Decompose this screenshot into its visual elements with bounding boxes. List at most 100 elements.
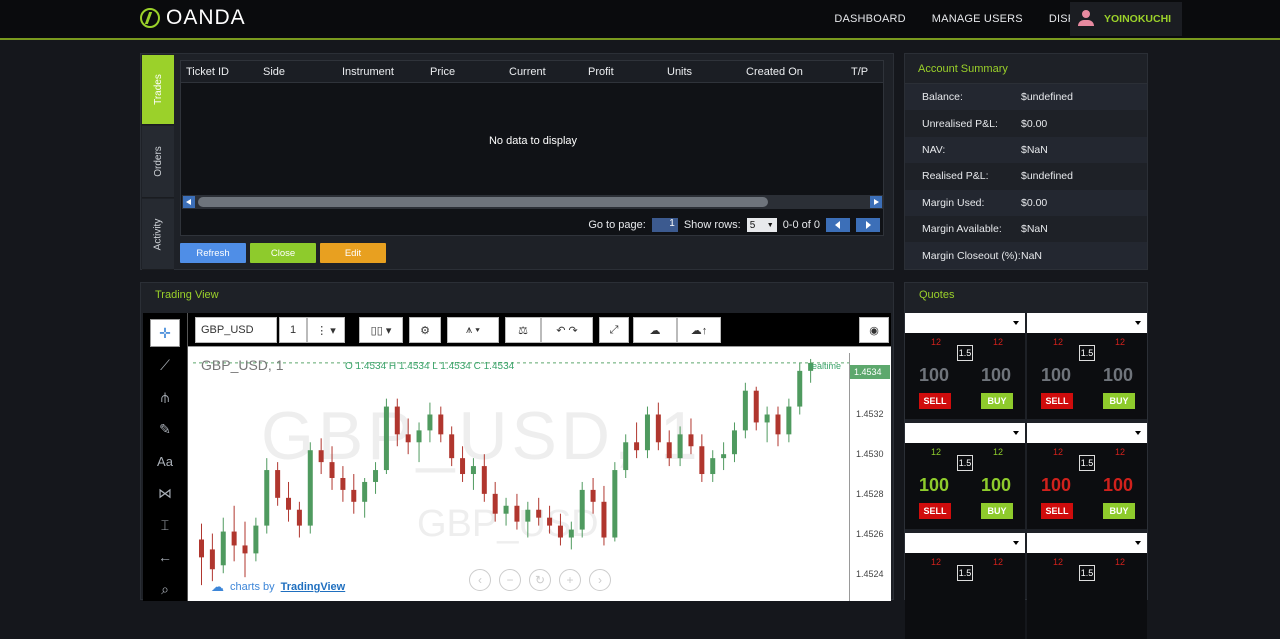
pattern-tool[interactable]: ⋈ [150, 479, 180, 507]
measure-tool[interactable]: ⌶ [150, 511, 180, 539]
scroll-right-icon[interactable] [870, 196, 882, 208]
brush-tool[interactable]: ✎ [150, 415, 180, 443]
tradingview-credit[interactable]: ☁ charts by TradingView [211, 579, 345, 595]
tradingview-widget: GBP_USD 1 ⋮ ▾ ▯▯ ▾ ⚙ ⩚ ▾ ⚖ ↶ ↷ ⤢ ☁ ☁↑ ◉ … [143, 313, 891, 601]
reset-chart-icon[interactable]: ↻ [529, 569, 551, 591]
candle [612, 462, 618, 542]
refresh-button[interactable]: Refresh [180, 243, 246, 263]
sell-button[interactable]: SELL [1041, 393, 1073, 409]
scroll-forward-icon[interactable]: › [589, 569, 611, 591]
candle [307, 442, 313, 534]
pitchfork-tool[interactable]: ⫛ [150, 383, 180, 411]
col-instrument[interactable]: Instrument [342, 66, 430, 78]
cloud-save-button[interactable]: ☁↑ [677, 317, 721, 343]
more-vertical-icon: ⋮ ▾ [316, 324, 336, 337]
spread-badge: 1.5 [1079, 565, 1095, 581]
crosshair-tool[interactable]: ✛ [150, 319, 180, 347]
zoom-tool[interactable]: ⌕ [150, 575, 180, 603]
col-price[interactable]: Price [430, 66, 509, 78]
tab-activity[interactable]: Activity [142, 199, 174, 270]
col-current[interactable]: Current [509, 66, 588, 78]
sell-button[interactable]: SELL [1041, 503, 1073, 519]
chart-style-button[interactable]: ▯▯ ▾ [359, 317, 403, 343]
cloud-load-button[interactable]: ☁ [633, 317, 677, 343]
price-tick: 1.4528 [856, 489, 884, 499]
tab-trades[interactable]: Trades [142, 55, 174, 125]
candle-body [307, 450, 313, 526]
candle [470, 458, 476, 490]
undo-redo-group[interactable]: ↶ ↷ [541, 317, 593, 343]
next-page-button[interactable] [856, 218, 880, 232]
account-row-margin-closeout: Margin Closeout (%): NaN [905, 242, 1147, 269]
arrow-tool[interactable]: ← [150, 543, 180, 571]
nav-dashboard[interactable]: DASHBOARD [834, 13, 905, 25]
bid-pips-small: 12 [931, 557, 942, 567]
candle [775, 406, 781, 447]
interval-dropdown[interactable]: ⋮ ▾ [307, 317, 345, 343]
zoom-out-icon[interactable]: − [499, 569, 521, 591]
candle-body [394, 406, 400, 435]
candle [742, 382, 748, 439]
col-tp[interactable]: T/P [851, 66, 881, 78]
sell-button[interactable]: SELL [919, 393, 951, 409]
scrollbar-thumb[interactable] [198, 197, 768, 207]
scroll-back-icon[interactable]: ‹ [469, 569, 491, 591]
price-chart[interactable]: GBP_USD, 1 GBP_USD GBP_USD, 1 O 1.4534 H… [193, 353, 890, 601]
compare-button[interactable]: ⚖ [505, 317, 541, 343]
price-axis[interactable]: 1.4534 1.4532 1.4530 1.4528 1.4526 1.452… [849, 353, 890, 601]
candle [797, 362, 803, 415]
grid-horizontal-scrollbar[interactable] [182, 195, 884, 209]
instrument-select-6[interactable] [1027, 533, 1147, 553]
rows-per-page-select[interactable]: 5 ▼ [746, 218, 777, 232]
oanda-logo[interactable]: OANDA [140, 5, 246, 31]
candle-body [655, 414, 661, 443]
col-side[interactable]: Side [263, 66, 342, 78]
tab-orders[interactable]: Orders [142, 126, 174, 198]
buy-button[interactable]: BUY [1103, 503, 1135, 519]
col-created-on[interactable]: Created On [746, 66, 851, 78]
col-profit[interactable]: Profit [588, 66, 667, 78]
trading-view-title: Trading View [155, 289, 219, 301]
candle-body [644, 414, 650, 451]
fullscreen-button[interactable]: ⤢ [599, 317, 629, 343]
candle [547, 505, 553, 534]
trend-line-tool[interactable]: ⟋ [150, 351, 180, 379]
instrument-select-4[interactable] [1027, 423, 1147, 443]
quote-cell: 12 12 1.5 100 100 SELL BUY [1027, 333, 1147, 419]
instrument-select-5[interactable] [905, 533, 1025, 553]
spread-badge: 1.5 [957, 345, 973, 361]
snapshot-button[interactable]: ◉ [859, 317, 889, 343]
candle [644, 406, 650, 459]
prev-page-button[interactable] [826, 218, 850, 232]
symbol-search-input[interactable]: GBP_USD [195, 317, 277, 343]
instrument-select-2[interactable] [1027, 313, 1147, 333]
account-label: Margin Available: [922, 223, 1002, 236]
scroll-left-icon[interactable] [183, 196, 195, 208]
close-button[interactable]: Close [250, 243, 316, 263]
edit-button[interactable]: Edit [320, 243, 386, 263]
account-summary-title: Account Summary [905, 54, 1147, 84]
candle [786, 398, 792, 443]
user-menu[interactable]: YOINOKUCHI [1070, 2, 1182, 36]
instrument-select-1[interactable] [905, 313, 1025, 333]
chart-settings-button[interactable]: ⚙ [409, 317, 441, 343]
zoom-in-icon[interactable]: + [559, 569, 581, 591]
indicators-button[interactable]: ⩚ ▾ [447, 317, 499, 343]
candle [460, 446, 466, 482]
account-label: Margin Closeout (%): [922, 249, 1021, 262]
col-ticket-id[interactable]: Ticket ID [181, 66, 263, 78]
goto-page-label: Go to page: [588, 219, 646, 231]
col-units[interactable]: Units [667, 66, 746, 78]
candle-body [601, 501, 607, 538]
brand-name: OANDA [166, 6, 246, 29]
text-tool[interactable]: Aa [150, 447, 180, 475]
buy-button[interactable]: BUY [981, 503, 1013, 519]
page-number-input[interactable]: 1 [651, 218, 678, 232]
instrument-select-3[interactable] [905, 423, 1025, 443]
tradingview-link[interactable]: TradingView [281, 581, 346, 593]
buy-button[interactable]: BUY [981, 393, 1013, 409]
sell-button[interactable]: SELL [919, 503, 951, 519]
interval-selector[interactable]: 1 [279, 317, 307, 343]
buy-button[interactable]: BUY [1103, 393, 1135, 409]
nav-manage-users[interactable]: MANAGE USERS [932, 13, 1023, 25]
